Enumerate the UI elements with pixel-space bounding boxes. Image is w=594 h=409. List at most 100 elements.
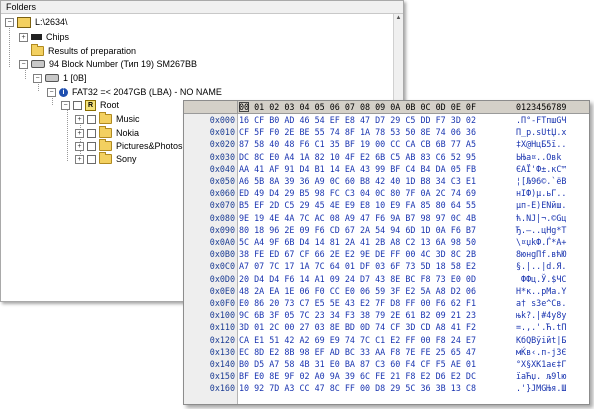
row-address: 0x0A0 (209, 237, 235, 247)
row-hex-bytes[interactable]: 9E 19 4E 4A 7C AC 08 A9 47 F6 9A B7 98 9… (239, 213, 476, 224)
tree-item-pictures[interactable]: + Pictures&Photos (75, 139, 183, 152)
tree-item-results[interactable]: Results of preparation (31, 44, 137, 57)
row-hex-bytes[interactable]: 48 2A EA 1E 06 F0 CC E0 06 59 3F E2 5A A… (239, 286, 476, 297)
tree-item-drive[interactable]: − L:\2634\ (5, 16, 68, 28)
row-ascii[interactable]: Ђ.–..цНg*T (516, 225, 566, 236)
expand-icon[interactable]: + (19, 32, 28, 42)
row-hex-bytes[interactable]: CA E1 51 42 A2 69 E9 74 7C C1 E2 FF 00 F… (239, 335, 476, 346)
row-hex-bytes[interactable]: 5C A4 9F 6B D4 14 81 2A 41 2B A8 C2 13 6… (239, 237, 476, 248)
row-ascii[interactable]: .П°-FTпшGЧ (516, 115, 566, 126)
row-address: 0x160 (209, 383, 235, 394)
row-ascii[interactable]: \¤џkФ.Ѓ*A+ (516, 237, 566, 248)
hex-column-header: 00 01 02 03 04 05 06 07 08 09 0A 0B 0C 0… (184, 101, 589, 114)
folder-icon (99, 112, 112, 124)
collapse-icon[interactable]: − (61, 100, 70, 110)
tree-item-music[interactable]: + Music (75, 112, 140, 125)
root-checkbox[interactable] (73, 100, 82, 110)
chip-icon (31, 34, 42, 40)
tree-item-block-number[interactable]: − 94 Block Number (Тип 19) SM267BB (19, 58, 197, 70)
folder-icon (99, 152, 112, 164)
row-ascii[interactable]: µп-Е)ENйш. (516, 200, 566, 211)
row-ascii[interactable]: П_р.sUtЏ.x (516, 127, 566, 138)
row-ascii[interactable]: ФФц.Ў.$ЧC (516, 274, 566, 285)
row-ascii[interactable]: нIФ)µ.ьГ.. (516, 188, 566, 199)
tree-item-label: FAT32 =< 2047GB (LBA) - NO NAME (72, 87, 222, 97)
row-ascii[interactable]: ЄAЇ'Ф±.кC™ (516, 164, 566, 175)
expand-icon[interactable]: + (75, 154, 84, 164)
row-hex-bytes[interactable]: EC 8D E2 8B 98 EF AD BC 33 AA F8 7E FE 2… (239, 347, 476, 358)
row-hex-bytes[interactable]: A6 5B 8A 39 36 A9 0C 60 B8 42 40 1D B8 3… (239, 176, 476, 187)
row-hex-bytes[interactable]: BF E0 8E 9F 02 A0 9A 39 6C FE 21 F8 E2 D… (239, 371, 476, 382)
row-address: 0x040 (209, 163, 235, 174)
nokia-checkbox[interactable] (87, 128, 96, 138)
scroll-up-icon[interactable]: ▲ (394, 14, 403, 23)
tree-line (67, 106, 68, 161)
hex-view-panel[interactable]: 00 01 02 03 04 05 06 07 08 09 0A 0B 0C 0… (183, 100, 590, 405)
tree-item-partition[interactable]: − 1 [0B] (33, 72, 87, 84)
tree-item-nokia[interactable]: + Nokia (75, 126, 139, 139)
row-hex-bytes[interactable]: ED 49 D4 29 B5 98 FC C3 04 0C 80 7F 0A 2… (239, 188, 476, 199)
expand-icon[interactable]: + (75, 114, 84, 124)
row-address: 0x080 (209, 212, 235, 223)
row-address: 0x0E0 (209, 285, 235, 296)
row-ascii[interactable]: §.|..|d.Я. (516, 261, 566, 272)
row-address: 0x070 (209, 200, 235, 211)
row-hex-bytes[interactable]: 87 58 40 48 F6 C1 35 BF 19 00 CC CA CB 6… (239, 139, 476, 150)
disk-icon (31, 60, 45, 68)
row-hex-bytes[interactable]: E0 86 20 73 C7 E5 5E 43 E2 7F D8 FF 00 F… (239, 298, 476, 309)
pictures-checkbox[interactable] (87, 141, 96, 151)
tree-item-fat32[interactable]: − i FAT32 =< 2047GB (LBA) - NO NAME (47, 86, 222, 98)
row-hex-bytes[interactable]: 9C 6B 3F 05 7C 23 34 F3 38 79 2E 61 B2 0… (239, 310, 476, 321)
expand-icon[interactable]: + (75, 128, 84, 138)
tree-item-sony[interactable]: + Sony (75, 152, 137, 165)
row-hex-bytes[interactable]: A7 07 7C 17 1A 7C 64 01 DF 03 6F 73 5D 1… (239, 261, 476, 272)
folder-icon (31, 44, 44, 56)
tree-item-root[interactable]: − R Root (61, 99, 119, 111)
row-hex-bytes[interactable]: B0 D5 A7 58 4B 31 E0 BA 87 C3 60 F4 CF F… (239, 359, 476, 370)
row-hex-bytes[interactable]: CF 5F F0 2E BE 55 74 8F 1A 78 53 50 8E 7… (239, 127, 476, 138)
tree-item-label: Results of preparation (48, 46, 137, 56)
sony-checkbox[interactable] (87, 154, 96, 164)
collapse-icon[interactable]: − (33, 73, 42, 83)
row-ascii[interactable]: ћ.NJ|¬.©Gц (516, 213, 566, 224)
collapse-icon[interactable]: − (19, 59, 28, 69)
tree-item-label: L:\2634\ (35, 17, 68, 27)
collapse-icon[interactable]: − (5, 17, 14, 27)
row-ascii[interactable]: а† sЗе^Cв. (516, 298, 566, 309)
row-address: 0x0D0 (209, 273, 235, 284)
expand-icon[interactable]: + (75, 141, 84, 151)
row-hex-bytes[interactable]: B5 EF 2D C5 29 45 4E E9 E8 10 E9 FA 85 8… (239, 200, 476, 211)
row-ascii[interactable]: КбQBўiйt|Б (516, 335, 566, 346)
row-hex-bytes[interactable]: 20 D4 D4 F6 14 A1 09 24 D7 43 8E BC F8 7… (239, 274, 476, 285)
tree-item-label: 1 [0B] (63, 73, 87, 83)
row-hex-bytes[interactable]: AA 41 AF 91 D4 B1 14 EA 43 99 BF C4 B4 D… (239, 164, 476, 175)
info-icon: i (59, 87, 68, 97)
collapse-icon[interactable]: − (47, 87, 56, 97)
row-hex-bytes[interactable]: 38 FE ED 67 CF 66 2E E2 9E DE FF 00 4C 3… (239, 249, 476, 260)
row-hex-bytes[interactable]: 16 CF B0 AD 46 54 EF E8 47 D7 29 C5 DD F… (239, 115, 476, 126)
row-address: 0x050 (209, 176, 235, 186)
row-hex-bytes[interactable]: 10 92 7D A3 CC 47 8C FF 00 D8 29 5C 36 3… (239, 383, 476, 394)
row-ascii[interactable]: .'}ЈМGЊя.Ш (516, 383, 566, 394)
row-ascii[interactable]: ‡X@HцБ5ї.. (516, 139, 566, 150)
tree-item-label: Music (116, 114, 140, 124)
row-ascii[interactable]: H*к..рМа.Y (516, 286, 566, 297)
row-address: 0x0C0 (209, 261, 235, 272)
drive-folder-icon (17, 16, 31, 28)
tree-item-chips[interactable]: + Chips (19, 31, 69, 43)
row-ascii[interactable]: њk?.|#4у8y (516, 310, 566, 321)
row-hex-bytes[interactable]: 80 18 96 2E 09 F6 CD 67 2A 54 94 6D 1D 0… (239, 225, 476, 236)
row-ascii[interactable]: =.,.'.Ћ.tП (516, 322, 566, 333)
row-ascii[interactable]: мЌв‹.п-ј3Є (516, 347, 566, 358)
hex-header-corner (184, 101, 238, 113)
row-ascii[interactable]: 8юнgПf.вћЮ (516, 249, 566, 260)
row-ascii[interactable]: їаЋџ. љ9lю (516, 371, 566, 382)
row-ascii[interactable]: ЬЊа¤..Oвk (516, 152, 561, 163)
row-ascii[interactable]: ¦[Љ96©.`ёB (516, 176, 566, 187)
row-ascii[interactable]: °Х§XK1ає‡Г (516, 359, 566, 370)
row-hex-bytes[interactable]: 3D 01 2C 00 27 03 8E BD 0D 74 CF 3D CD A… (239, 322, 476, 333)
row-address: 0x120 (209, 334, 235, 345)
row-hex-bytes[interactable]: DC 8C E0 A4 1A 82 10 4F E2 6B C5 AB 83 C… (239, 152, 476, 163)
music-checkbox[interactable] (87, 114, 96, 124)
row-address: 0x090 (209, 224, 235, 235)
